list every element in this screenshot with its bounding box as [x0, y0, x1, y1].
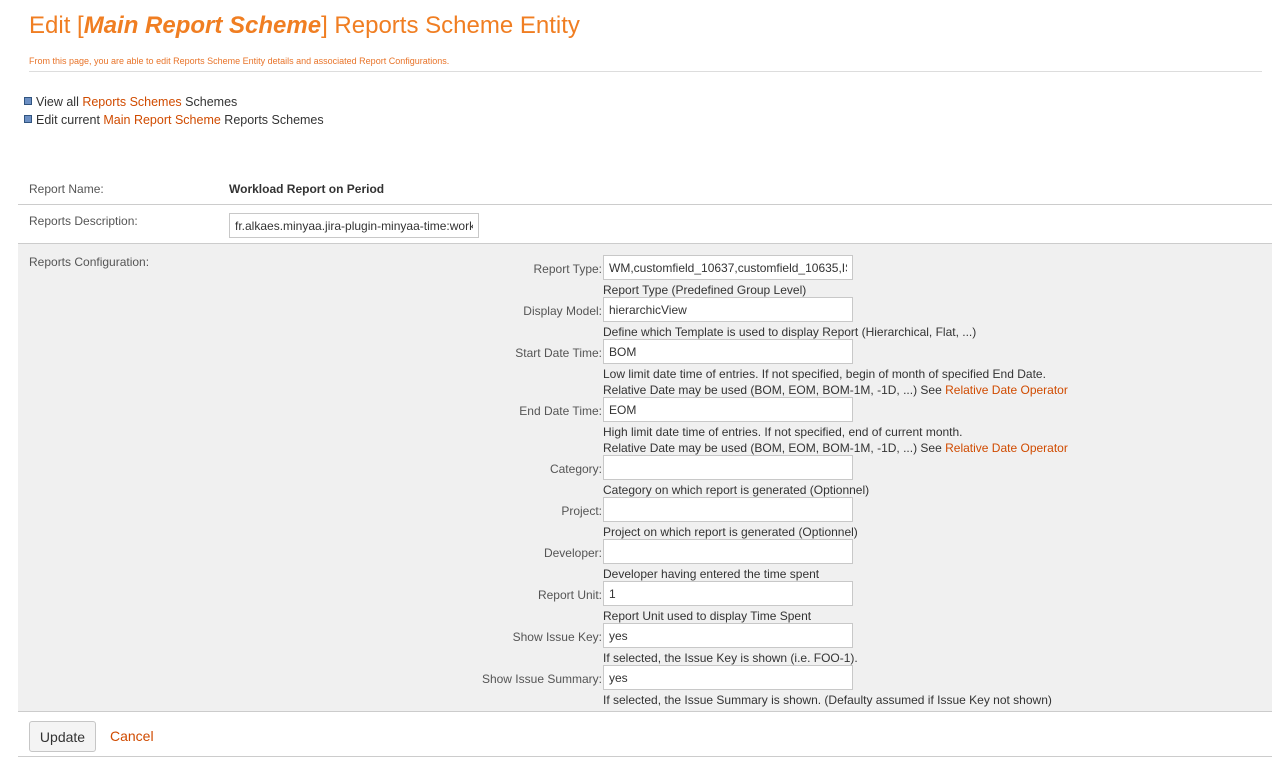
end-date-time-input[interactable]: [603, 397, 853, 422]
report-name-row: Report Name: Workload Report on Period: [18, 170, 1272, 205]
edit-form: Report Name: Workload Report on Period R…: [18, 170, 1272, 757]
main-report-scheme-link[interactable]: Main Report Scheme: [103, 113, 220, 127]
page-subtitle: From this page, you are able to edit Rep…: [29, 56, 450, 66]
page-title: Edit [Main Report Scheme] Reports Scheme…: [29, 12, 580, 39]
relative-date-operator-link[interactable]: Relative Date Operator: [945, 441, 1068, 455]
start-date-time-help: Low limit date time of entries. If not s…: [603, 367, 1068, 397]
display-model-help: Define which Template is used to display…: [603, 325, 977, 339]
description-input[interactable]: [229, 213, 479, 238]
show-issue-summary-input[interactable]: [603, 665, 853, 690]
edit-current-scheme-row: Edit current Main Report Scheme Reports …: [24, 111, 324, 129]
report-unit-help: Report Unit used to display Time Spent: [603, 609, 812, 623]
end-date-time-help: High limit date time of entries. If not …: [603, 425, 1068, 455]
developer-help: Developer having entered the time spent: [603, 567, 820, 581]
report-type-help: Report Type (Predefined Group Level): [603, 283, 807, 297]
show-issue-key-help: If selected, the Issue Key is shown (i.e…: [603, 651, 858, 665]
report-name-label: Report Name:: [29, 182, 104, 196]
bullet-icon: [24, 97, 32, 105]
bullet-icon: [24, 115, 32, 123]
relative-date-operator-link[interactable]: Relative Date Operator: [945, 383, 1068, 397]
report-unit-input[interactable]: [603, 581, 853, 606]
update-button[interactable]: Update: [29, 721, 96, 752]
project-help: Project on which report is generated (Op…: [603, 525, 858, 539]
view-all-schemes-row: View all Reports Schemes Schemes: [24, 93, 324, 111]
category-help: Category on which report is generated (O…: [603, 483, 870, 497]
category-input[interactable]: [603, 455, 853, 480]
reports-configuration-row: Reports Configuration: Report Type: Repo…: [18, 244, 1272, 712]
display-model-input[interactable]: [603, 297, 853, 322]
scheme-links: View all Reports Schemes Schemes Edit cu…: [24, 93, 324, 129]
start-date-time-input[interactable]: [603, 339, 853, 364]
header-divider: [29, 71, 1262, 72]
form-actions: Update Cancel: [18, 712, 1272, 757]
description-label: Reports Description:: [29, 214, 138, 228]
report-name-value: Workload Report on Period: [229, 182, 385, 196]
cancel-link[interactable]: Cancel: [110, 728, 154, 744]
developer-input[interactable]: [603, 539, 853, 564]
reports-schemes-link[interactable]: Reports Schemes: [82, 95, 181, 109]
report-type-input[interactable]: [603, 255, 853, 280]
configuration-label: Reports Configuration:: [29, 255, 150, 269]
page-header: Edit [Main Report Scheme] Reports Scheme…: [29, 10, 1262, 66]
description-row: Reports Description:: [18, 205, 1272, 244]
scheme-name: Main Report Scheme: [83, 12, 322, 39]
show-issue-summary-help: If selected, the Issue Summary is shown.…: [603, 693, 1052, 707]
project-input[interactable]: [603, 497, 853, 522]
show-issue-key-input[interactable]: [603, 623, 853, 648]
